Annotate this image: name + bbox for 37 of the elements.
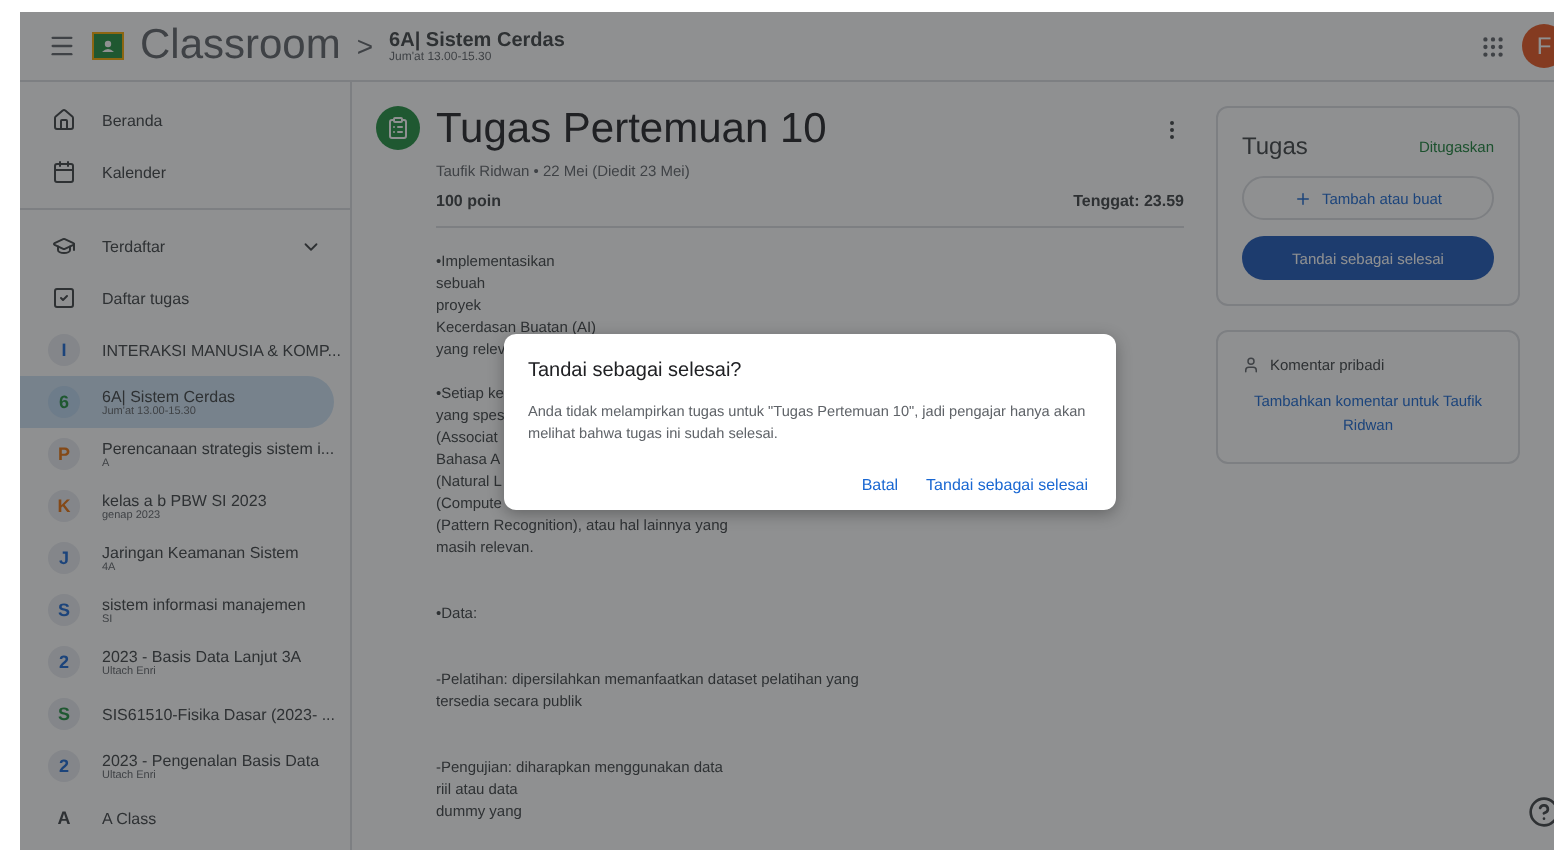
due-time: Tenggat: 23.59 [1073, 192, 1184, 210]
class-initial: 2 [48, 750, 80, 782]
account-avatar[interactable]: F [1522, 24, 1554, 68]
assignment-icon [376, 106, 420, 150]
class-initial: 6 [48, 386, 80, 418]
nav-item[interactable]: Daftar tugas [20, 272, 350, 324]
class-initial: S [48, 698, 80, 730]
menu-icon[interactable] [48, 32, 76, 60]
nav-item[interactable]: Beranda [20, 94, 350, 146]
class-initial: P [48, 438, 80, 470]
card-title: Tugas [1242, 132, 1308, 160]
class-item[interactable]: S SIS61510-Fisika Dasar (2023- ... [20, 688, 334, 740]
app-name: Classroom [140, 22, 341, 70]
points: 100 poin [436, 192, 501, 210]
apps-icon[interactable] [1480, 33, 1506, 59]
calendar-icon [52, 160, 76, 184]
class-item[interactable]: A A Class [20, 792, 334, 844]
breadcrumb-separator: > [356, 30, 374, 62]
enrolled-section[interactable]: Terdaftar [20, 220, 350, 272]
graduation-cap-icon [52, 234, 76, 258]
class-initial: I [48, 334, 80, 366]
confirm-button[interactable]: Tandai sebagai selesai [922, 470, 1092, 500]
nav-item[interactable]: Kalender [20, 146, 350, 198]
cancel-button[interactable]: Batal [857, 470, 903, 500]
dialog-title: Tandai sebagai selesai? [528, 360, 744, 382]
assignment-title: Tugas Pertemuan 10 [436, 106, 827, 154]
home-icon [52, 108, 76, 132]
checklist-icon [52, 286, 76, 310]
person-icon [1242, 356, 1260, 374]
class-initial: J [48, 542, 80, 574]
class-initial: S [48, 594, 80, 626]
class-initial: 2 [48, 646, 80, 678]
class-initial: K [48, 490, 80, 522]
classroom-logo [92, 32, 124, 60]
class-initial: A [55, 806, 73, 832]
class-title[interactable]: 6A| Sistem Cerdas [389, 29, 565, 51]
plus-icon [1293, 189, 1312, 207]
